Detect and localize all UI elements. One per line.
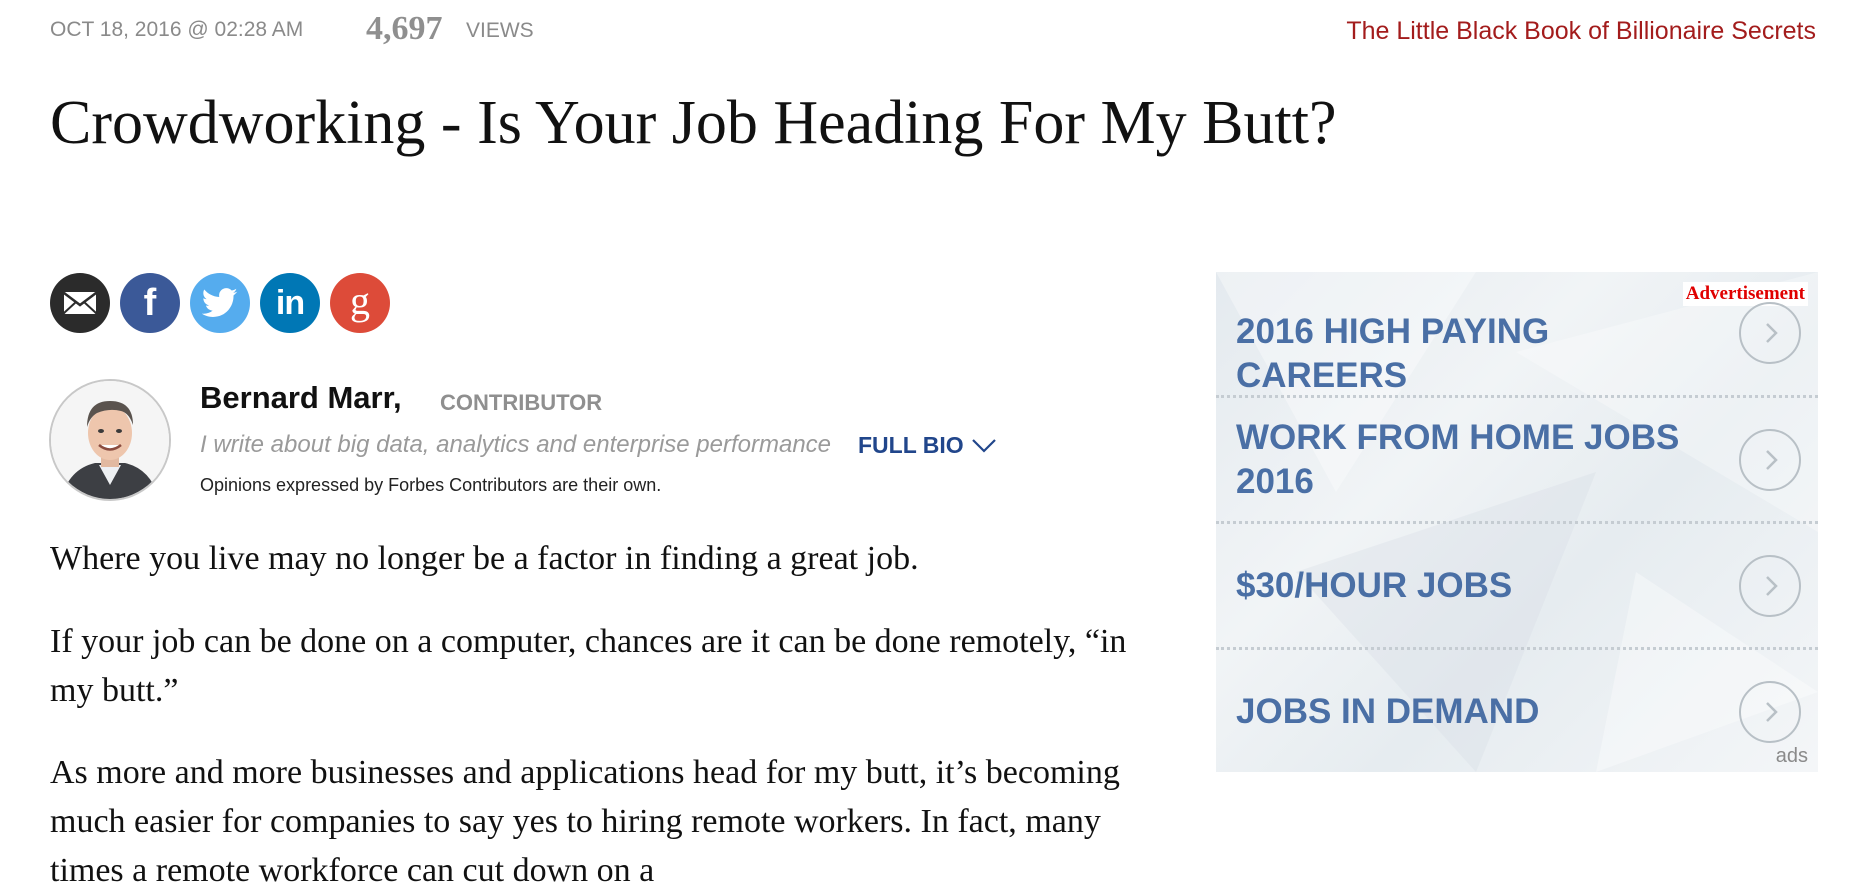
article-paragraph: If your job can be done on a computer, c… bbox=[50, 623, 1127, 709]
contributor-disclaimer: Opinions expressed by Forbes Contributor… bbox=[200, 475, 662, 495]
ad-item-30-hour-jobs[interactable]: $30/HOUR JOBS bbox=[1216, 524, 1818, 649]
ad-item-work-from-home[interactable]: WORK FROM HOME JOBS 2016 bbox=[1216, 398, 1818, 523]
ad-item-label: WORK FROM HOME JOBS 2016 bbox=[1236, 418, 1680, 501]
share-google-plus-button[interactable]: g bbox=[330, 273, 390, 333]
promo-link[interactable]: The Little Black Book of Billionaire Sec… bbox=[1346, 17, 1816, 46]
linkedin-icon: in bbox=[275, 283, 305, 322]
chevron-right-icon[interactable] bbox=[1739, 302, 1801, 364]
ad-item-jobs-in-demand[interactable]: JOBS IN DEMAND bbox=[1216, 650, 1818, 772]
ad-item-high-paying-careers[interactable]: 2016 HIGH PAYING CAREERS bbox=[1216, 272, 1818, 397]
article-title: Crowdworking - Is Your Job Heading For M… bbox=[50, 89, 1337, 157]
article-paragraph: As more and more businesses and applicat… bbox=[50, 754, 1120, 889]
email-icon bbox=[63, 292, 97, 314]
full-bio-label: FULL BIO bbox=[858, 432, 964, 458]
twitter-icon bbox=[202, 288, 238, 317]
views-label: VIEWS bbox=[466, 19, 534, 42]
ad-item-label: JOBS IN DEMAND bbox=[1236, 692, 1540, 731]
ad-item-label: 2016 HIGH PAYING CAREERS bbox=[1236, 312, 1550, 395]
chevron-right-icon[interactable] bbox=[1739, 429, 1801, 491]
author-photo bbox=[51, 381, 169, 499]
chevron-right-icon[interactable] bbox=[1739, 681, 1801, 743]
facebook-icon: f bbox=[143, 281, 157, 324]
views-count: 4,697 bbox=[366, 10, 443, 47]
publish-date: OCT 18, 2016 @ 02:28 AM bbox=[50, 18, 304, 41]
advertisement-panel: Advertisement 2016 HIGH PAYING CAREERS W… bbox=[1216, 272, 1818, 772]
chevron-right-icon[interactable] bbox=[1739, 555, 1801, 617]
author-description: I write about big data, analytics and en… bbox=[200, 431, 832, 458]
ads-footer-label[interactable]: ads bbox=[1776, 745, 1808, 768]
author-role: CONTRIBUTOR bbox=[440, 390, 603, 415]
share-email-button[interactable] bbox=[50, 273, 110, 333]
google-plus-icon: g bbox=[350, 277, 370, 323]
full-bio-toggle[interactable]: FULL BIO bbox=[858, 432, 996, 459]
share-linkedin-button[interactable]: in bbox=[260, 273, 320, 333]
share-twitter-button[interactable] bbox=[190, 273, 250, 333]
ad-item-label: $30/HOUR JOBS bbox=[1236, 566, 1513, 605]
article-paragraph: Where you live may no longer be a factor… bbox=[50, 540, 919, 577]
author-name[interactable]: Bernard Marr, bbox=[200, 380, 402, 416]
chevron-down-icon bbox=[971, 438, 996, 453]
share-facebook-button[interactable]: f bbox=[120, 273, 180, 333]
author-avatar[interactable] bbox=[49, 379, 171, 501]
